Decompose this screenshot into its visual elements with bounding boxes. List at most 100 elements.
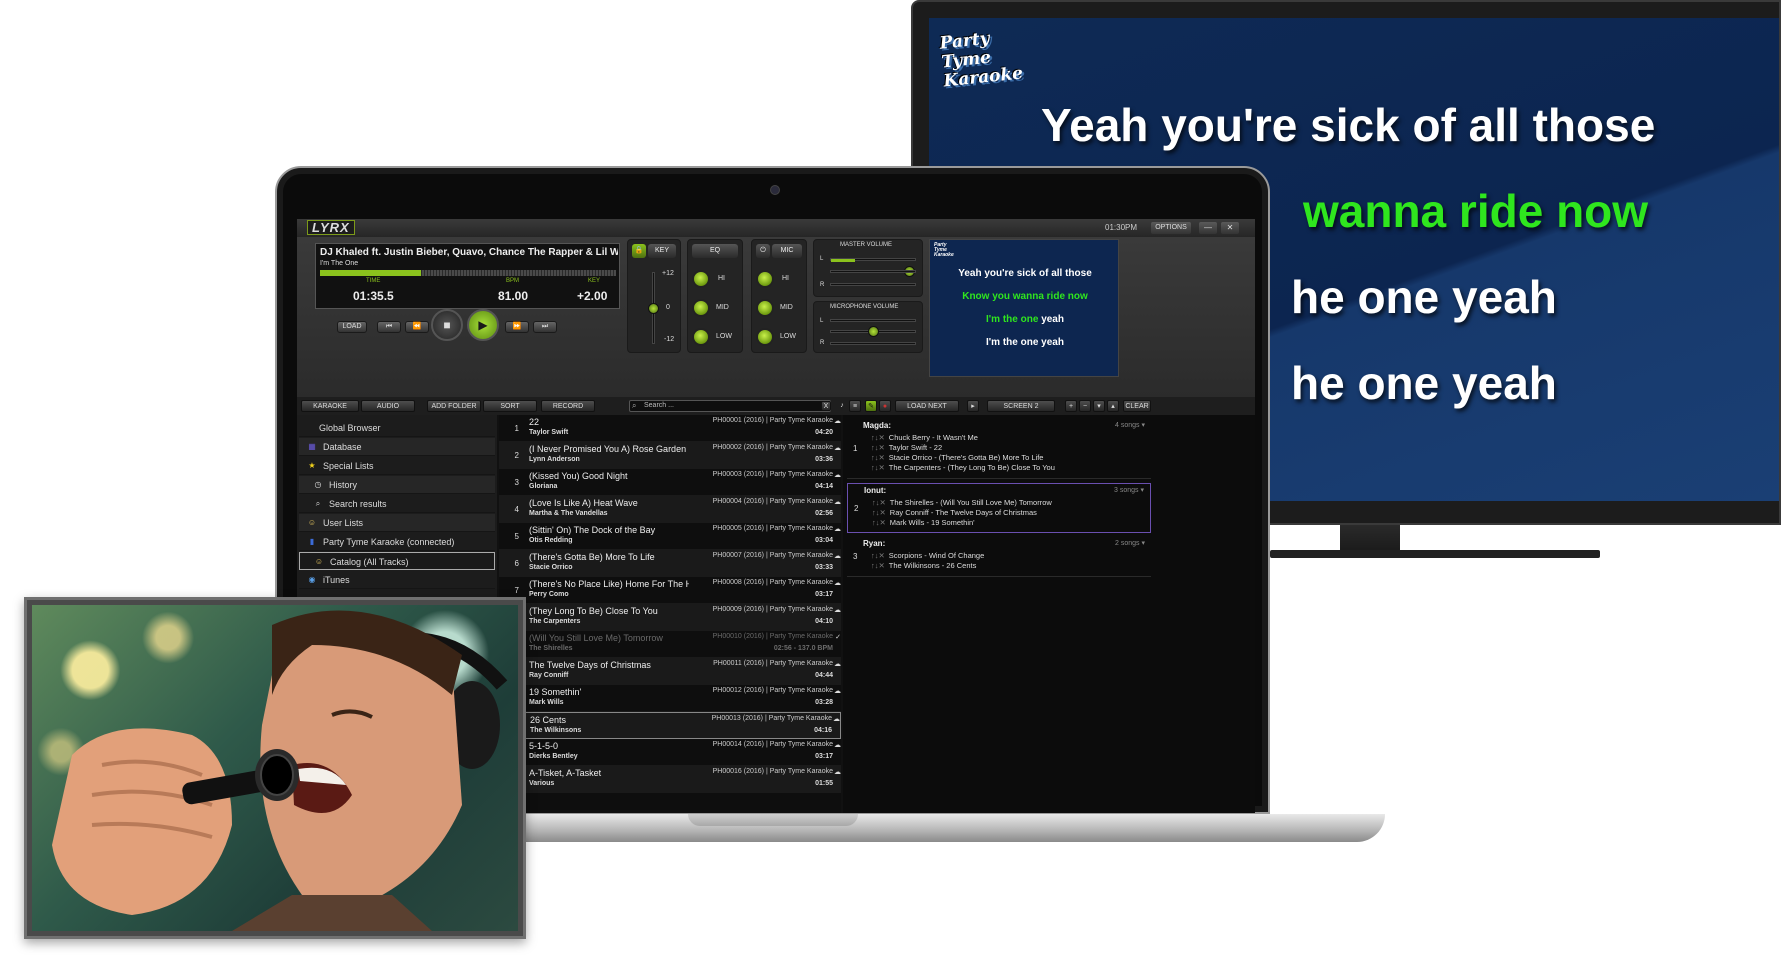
- play-button[interactable]: ▶: [467, 309, 499, 341]
- move-down-icon[interactable]: ▾: [1093, 400, 1105, 412]
- key-button[interactable]: KEY: [648, 244, 676, 258]
- bpm-value: 81.00: [498, 289, 529, 303]
- track-row[interactable]: 135-1-5-0Dierks BentleyPH00014 (2016) | …: [499, 739, 841, 766]
- eq-low-knob[interactable]: [692, 328, 710, 346]
- close-button[interactable]: ✕: [1221, 222, 1239, 234]
- singer-song-count[interactable]: 3 songs ▾: [1114, 486, 1144, 494]
- track-row[interactable]: 1119 Somethin'Mark WillsPH00012 (2016) |…: [499, 685, 841, 712]
- waveform-progress[interactable]: [320, 270, 616, 276]
- track-row[interactable]: 1226 CentsThe WilkinsonsPH00013 (2016) |…: [499, 712, 841, 739]
- singer-name: Ryan:: [863, 539, 886, 548]
- track-row[interactable]: 5 (Sittin' On) The Dock of the Bay Otis Re…: [499, 523, 841, 550]
- search-icon: ⌕: [632, 401, 637, 410]
- minimize-button[interactable]: —: [1199, 222, 1217, 234]
- sidebar-item-search-results[interactable]: ⌕ Search results: [299, 495, 495, 513]
- eq-mid-knob[interactable]: [692, 299, 710, 317]
- sidebar-item-user-lists[interactable]: ☺ User Lists: [299, 514, 495, 532]
- sidebar-item-history[interactable]: ◷ History: [299, 476, 495, 494]
- mic-volume-thumb[interactable]: [868, 326, 879, 337]
- record-dot-icon[interactable]: ●: [879, 400, 891, 412]
- search-input[interactable]: Search ...: [629, 400, 831, 412]
- singer-queue-song[interactable]: ↑↓✕ Chuck Berry - It Wasn't Me: [871, 433, 978, 442]
- sidebar-item-special-lists[interactable]: ★ Special Lists: [299, 457, 495, 475]
- singer-queue-song[interactable]: ↑↓✕ The Shirelles - (Will You Still Love …: [872, 498, 1052, 507]
- add-folder-button[interactable]: ADD FOLDER: [427, 400, 481, 412]
- singer-queue-song[interactable]: ↑↓✕ Stacie Orrico - (There's Gotta Be) Mo…: [871, 453, 1043, 462]
- mic-power-icon[interactable]: ⏻: [756, 244, 770, 258]
- singer-entry[interactable]: Magda: 4 songs ▾ 1 ↑↓✕ Chuck Berry - It Wasn…: [847, 419, 1151, 479]
- mic-low-knob[interactable]: [756, 328, 774, 346]
- singer-queue-song[interactable]: ↑↓✕ Scorpions - Wind Of Change: [871, 551, 984, 560]
- reorder-icon[interactable]: ↑↓✕: [872, 508, 886, 517]
- mic-button[interactable]: MIC: [772, 244, 802, 258]
- mic-r-label: R: [820, 340, 825, 346]
- reorder-icon[interactable]: ↑↓✕: [871, 443, 885, 452]
- singer-queue-song[interactable]: ↑↓✕ Taylor Swift - 22: [871, 443, 942, 452]
- eq-button[interactable]: EQ: [692, 244, 738, 258]
- reorder-icon[interactable]: ↑↓✕: [871, 561, 885, 570]
- rewind-button[interactable]: ⏪: [405, 321, 429, 333]
- key-lock-icon[interactable]: 🔒: [632, 244, 646, 258]
- reorder-icon[interactable]: ↑↓✕: [871, 433, 885, 442]
- clear-search-button[interactable]: X: [821, 401, 831, 411]
- singer-queue-song[interactable]: ↑↓✕ The Carpenters - (They Long To Be) Cl…: [871, 463, 1055, 472]
- singer-queue-song[interactable]: ↑↓✕ Ray Conniff - The Twelve Days of Chri…: [872, 508, 1037, 517]
- singer-queue-song[interactable]: ↑↓✕ Mark Wills - 19 Somethin': [872, 518, 975, 527]
- reorder-icon[interactable]: ↑↓✕: [871, 463, 885, 472]
- sidebar-item-itunes[interactable]: ◉ iTunes: [299, 571, 495, 589]
- play-small-icon[interactable]: ▸: [967, 400, 979, 412]
- master-volume-right-slider[interactable]: [830, 283, 916, 286]
- screen-selector[interactable]: SCREEN 2: [987, 400, 1055, 412]
- options-button[interactable]: OPTIONS: [1151, 222, 1191, 234]
- stop-button[interactable]: ■: [431, 309, 463, 341]
- reorder-icon[interactable]: ↑↓✕: [871, 453, 885, 462]
- track-row[interactable]: 2 (I Never Promised You A) Rose Garden Lyn…: [499, 442, 841, 469]
- singer-song-count[interactable]: 4 songs ▾: [1115, 421, 1145, 429]
- sort-button[interactable]: SORT: [483, 400, 537, 412]
- record-button[interactable]: RECORD: [541, 400, 595, 412]
- sidebar-item-global-browser[interactable]: Global Browser: [299, 419, 495, 437]
- mic-hi-knob[interactable]: [756, 270, 774, 288]
- add-icon[interactable]: +: [1065, 400, 1077, 412]
- music-note-icon[interactable]: ♪: [837, 400, 847, 412]
- track-row[interactable]: 9(Will You Still Love Me) TomorrowThe Sh…: [499, 631, 841, 658]
- load-next-singer-button[interactable]: LOAD NEXT SINGER: [895, 400, 959, 422]
- karaoke-tab[interactable]: KARAOKE: [301, 400, 359, 412]
- sidebar-item-catalog-all-tracks[interactable]: ☺ Catalog (All Tracks): [299, 552, 495, 570]
- eq-hi-knob[interactable]: [692, 270, 710, 288]
- fast-forward-button[interactable]: ⏩: [505, 321, 529, 333]
- move-up-icon[interactable]: ▴: [1107, 400, 1119, 412]
- load-button[interactable]: LOAD: [337, 321, 367, 333]
- track-row[interactable]: 14A-Tisket, A-TasketVariousPH00016 (2016…: [499, 766, 841, 793]
- reorder-icon[interactable]: ↑↓✕: [871, 551, 885, 560]
- track-row[interactable]: 6 (There's Gotta Be) More To Life Stacie O…: [499, 550, 841, 577]
- singer-queue-song[interactable]: ↑↓✕ The Wilkinsons - 26 Cents: [871, 561, 976, 570]
- mic-mid-knob[interactable]: [756, 299, 774, 317]
- track-row[interactable]: 3 (Kissed You) Good Night Gloriana PH00003 …: [499, 469, 841, 496]
- sidebar-item-database[interactable]: ▦ Database: [299, 438, 495, 456]
- track-row[interactable]: 7(There's No Place Like) Home For The Ho…: [499, 577, 841, 604]
- singer-entry[interactable]: Ryan: 2 songs ▾ 3 ↑↓✕ Scorpions - Wind Of Ch…: [847, 537, 1151, 577]
- remove-icon[interactable]: −: [1079, 400, 1091, 412]
- previous-track-button[interactable]: ⏮: [377, 321, 401, 333]
- singer-song-count[interactable]: 2 songs ▾: [1115, 539, 1145, 547]
- track-title: (I Never Promised You A) Rose Garden: [529, 444, 687, 454]
- next-track-button[interactable]: ⏭: [533, 321, 557, 333]
- track-row[interactable]: 10The Twelve Days of ChristmasRay Connif…: [499, 658, 841, 685]
- track-row[interactable]: 1 22 Taylor Swift PH00001 (2016) | Party Ty…: [499, 415, 841, 442]
- singer-mode-icon[interactable]: ✎: [865, 400, 877, 412]
- audio-tab[interactable]: AUDIO: [361, 400, 415, 412]
- track-row[interactable]: 4 (Love Is Like A) Heat Wave Martha & The …: [499, 496, 841, 523]
- clear-queue-button[interactable]: CLEAR: [1123, 400, 1151, 412]
- track-row[interactable]: 8(They Long To Be) Close To YouThe Carpe…: [499, 604, 841, 631]
- reorder-icon[interactable]: ↑↓✕: [872, 518, 886, 527]
- reorder-icon[interactable]: ↑↓✕: [872, 498, 886, 507]
- master-volume-main-slider[interactable]: [830, 270, 916, 273]
- mic-volume-right-slider[interactable]: [830, 342, 916, 345]
- key-slider-thumb[interactable]: [648, 303, 659, 314]
- singer-entry[interactable]: Ionut: 3 songs ▾ 2 ↑↓✕ The Shirelles - (Will…: [847, 483, 1151, 533]
- sidebar-item-label: Global Browser: [319, 423, 381, 433]
- list-view-icon[interactable]: ≡: [849, 400, 861, 412]
- sidebar-item-party-tyme-karaoke-connected[interactable]: ▮ Party Tyme Karaoke (connected): [299, 533, 495, 551]
- mic-volume-left-slider[interactable]: [830, 319, 916, 322]
